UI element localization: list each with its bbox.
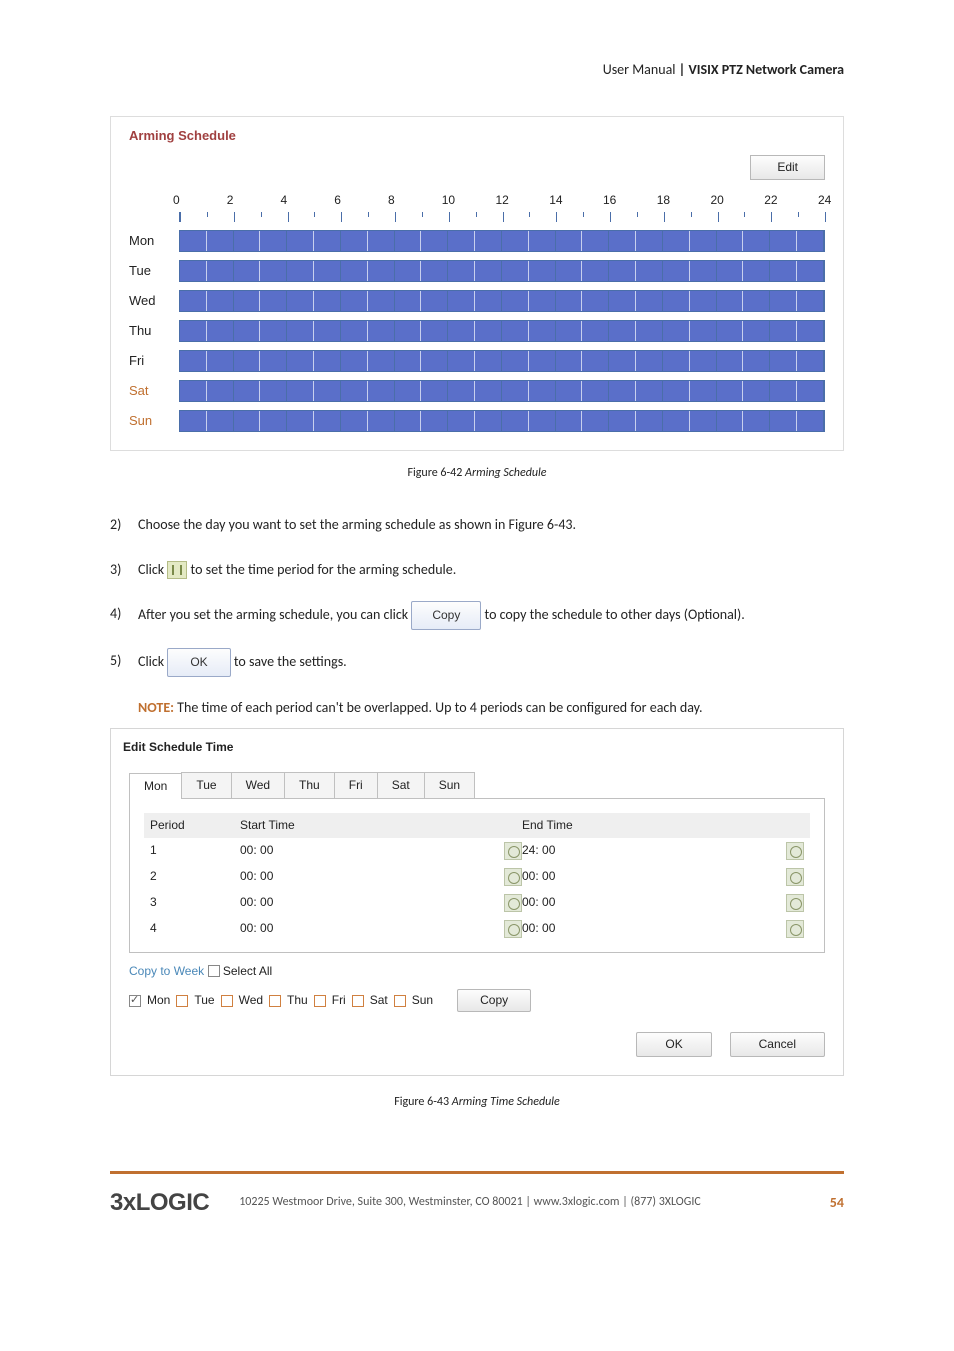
page-footer: 3xLOGIC 10225 Westmoor Drive, Suite 300,… xyxy=(110,1171,844,1220)
day-label: Sat xyxy=(129,382,179,400)
select-all-checkbox[interactable] xyxy=(208,965,220,977)
est-row: 400: 0000: 00 xyxy=(144,916,810,942)
day-bar[interactable] xyxy=(179,350,825,372)
day-bar[interactable] xyxy=(179,260,825,282)
est-row: 200: 0000: 00 xyxy=(144,864,810,890)
figure-6-43-caption: Figure 6-43 Arming Time Schedule xyxy=(110,1094,844,1111)
figure-6-42-caption: Figure 6-42 Arming Schedule xyxy=(110,465,844,482)
period-cell: 2 xyxy=(150,868,240,885)
day-row: Mon xyxy=(129,230,825,252)
clock-icon[interactable] xyxy=(504,842,522,860)
day-row: Tue xyxy=(129,260,825,282)
cb-fri[interactable] xyxy=(314,995,326,1007)
edit-schedule-time-panel: Edit Schedule Time Mon Tue Wed Thu Fri S… xyxy=(110,728,844,1076)
est-row: 300: 0000: 00 xyxy=(144,890,810,916)
day-bar[interactable] xyxy=(179,410,825,432)
header-title: | VISIX PTZ Network Camera xyxy=(679,61,844,78)
start-time-value[interactable]: 00: 00 xyxy=(240,868,498,885)
copy-button-inline[interactable]: Copy xyxy=(411,601,481,630)
day-label: Fri xyxy=(129,352,179,370)
day-row: Fri xyxy=(129,350,825,372)
ok-button-inline[interactable]: OK xyxy=(167,648,230,677)
tab-thu[interactable]: Thu xyxy=(284,772,335,798)
cb-tue[interactable] xyxy=(176,995,188,1007)
day-label: Wed xyxy=(129,292,179,310)
est-head-row: Period Start Time End Time xyxy=(144,813,810,838)
schedule-grid: 0 2 4 6 8 10 12 14 16 18 20 22 24 Mon Tue… xyxy=(129,192,825,433)
est-tabs: Mon Tue Wed Thu Fri Sat Sun xyxy=(129,772,825,798)
tab-sun[interactable]: Sun xyxy=(424,772,475,798)
est-cancel-button[interactable]: Cancel xyxy=(730,1032,825,1057)
header-prefix: User Manual xyxy=(603,61,679,78)
clock-icon[interactable] xyxy=(786,842,804,860)
day-bar[interactable] xyxy=(179,290,825,312)
clock-icon[interactable] xyxy=(504,868,522,886)
est-table: Period Start Time End Time 100: 0024: 00… xyxy=(129,798,825,953)
tab-wed[interactable]: Wed xyxy=(231,772,285,798)
est-row: 100: 00 24: 00 xyxy=(144,838,810,864)
end-time-value[interactable]: 24: 00 xyxy=(522,842,780,859)
step-5: 5) Click OK to save the settings. xyxy=(110,648,844,677)
day-row: Sun xyxy=(129,410,825,432)
time-period-icon[interactable] xyxy=(167,561,187,579)
footer-text: 10225 Westmoor Drive, Suite 300, Westmin… xyxy=(239,1194,810,1211)
hour-labels: 0 2 4 6 8 10 12 14 16 18 20 22 24 xyxy=(179,192,825,209)
clock-icon[interactable] xyxy=(786,894,804,912)
tab-fri[interactable]: Fri xyxy=(334,772,378,798)
tab-sat[interactable]: Sat xyxy=(377,772,425,798)
day-row: Sat xyxy=(129,380,825,402)
est-title: Edit Schedule Time xyxy=(111,729,843,756)
est-ok-button[interactable]: OK xyxy=(636,1032,711,1057)
start-time-value[interactable]: 00: 00 xyxy=(240,842,498,859)
est-footer: OK Cancel xyxy=(129,1032,825,1057)
day-bar[interactable] xyxy=(179,380,825,402)
arming-schedule-panel: Arming Schedule Edit 0 2 4 6 8 10 12 14 … xyxy=(110,116,844,452)
footer-logo: 3xLOGIC xyxy=(110,1186,209,1220)
day-bar[interactable] xyxy=(179,320,825,342)
period-cell: 3 xyxy=(150,894,240,911)
page-header: User Manual | VISIX PTZ Network Camera xyxy=(110,60,844,80)
step-3: 3) Click to set the time period for the … xyxy=(110,557,844,584)
footer-page-number: 54 xyxy=(830,1193,844,1213)
day-label: Thu xyxy=(129,322,179,340)
cb-sun[interactable] xyxy=(394,995,406,1007)
day-bar[interactable] xyxy=(179,230,825,252)
start-time-value[interactable]: 00: 00 xyxy=(240,894,498,911)
step-4: 4) After you set the arming schedule, yo… xyxy=(110,601,844,630)
cb-thu[interactable] xyxy=(269,995,281,1007)
period-cell: 1 xyxy=(150,842,240,859)
day-label: Mon xyxy=(129,232,179,250)
step-2: 2) Choose the day you want to set the ar… xyxy=(110,512,844,539)
end-time-value[interactable]: 00: 00 xyxy=(522,868,780,885)
tick-row xyxy=(179,212,825,222)
end-time-value[interactable]: 00: 00 xyxy=(522,920,780,937)
steps-list: 2) Choose the day you want to set the ar… xyxy=(110,512,844,677)
day-checkbox-row: Mon Tue Wed Thu Fri Sat Sun Copy xyxy=(129,989,825,1012)
edit-button[interactable]: Edit xyxy=(750,155,825,180)
period-cell: 4 xyxy=(150,920,240,937)
arming-schedule-title: Arming Schedule xyxy=(129,127,825,145)
cb-sat[interactable] xyxy=(352,995,364,1007)
day-label: Sun xyxy=(129,412,179,430)
clock-icon[interactable] xyxy=(504,894,522,912)
clock-icon[interactable] xyxy=(786,868,804,886)
tab-tue[interactable]: Tue xyxy=(181,772,231,798)
cb-wed[interactable] xyxy=(221,995,233,1007)
clock-icon[interactable] xyxy=(786,920,804,938)
cb-mon[interactable] xyxy=(129,995,141,1007)
day-row: Thu xyxy=(129,320,825,342)
start-time-value[interactable]: 00: 00 xyxy=(240,920,498,937)
clock-icon[interactable] xyxy=(504,920,522,938)
tab-mon[interactable]: Mon xyxy=(129,773,182,799)
note-line: NOTE: The time of each period can't be o… xyxy=(138,695,844,720)
copy-to-week-row: Copy to Week Select All xyxy=(129,963,825,980)
day-row: Wed xyxy=(129,290,825,312)
end-time-value[interactable]: 00: 00 xyxy=(522,894,780,911)
est-copy-button[interactable]: Copy xyxy=(457,989,531,1012)
day-label: Tue xyxy=(129,262,179,280)
